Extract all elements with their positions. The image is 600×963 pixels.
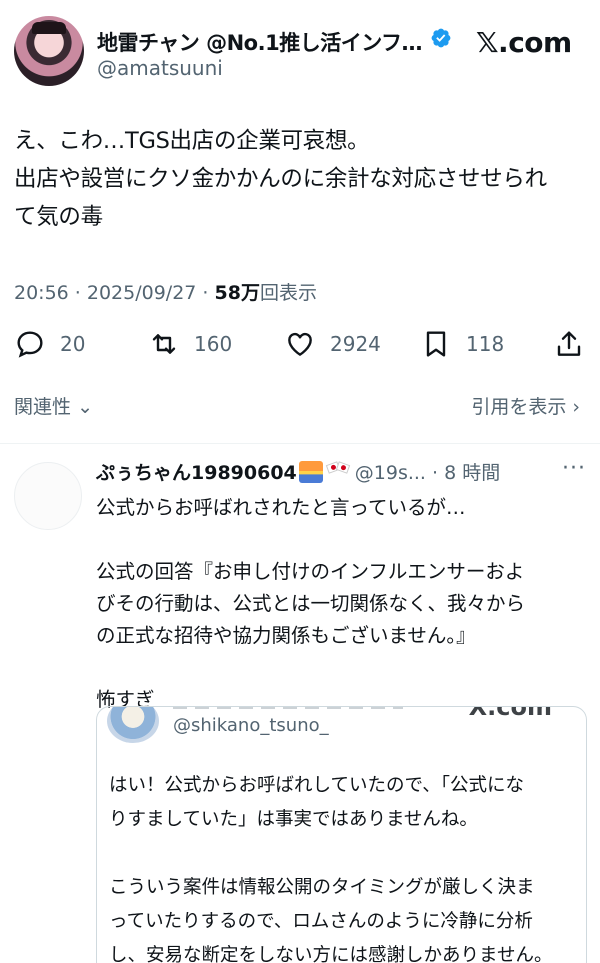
- embedded-x-logo: X.com: [468, 706, 552, 721]
- view-quotes-link[interactable]: 引用を表示 ›: [471, 392, 580, 419]
- x-logo: 𝕏.com: [476, 26, 572, 59]
- tweet-header: 地雷チャン @No.1推し活インフ… @amatsuuni 𝕏.com: [0, 0, 600, 100]
- embedded-screenshot[interactable]: X.com @shikano_tsuno_ はい！公式からお呼ばれしていたので、…: [96, 706, 587, 963]
- embedded-avatar: [107, 707, 159, 743]
- reply-text-line: の正式な招待や協力関係もございません。』: [96, 624, 476, 647]
- japan-flags-emoji-icon: [325, 461, 351, 483]
- view-label: 回表示: [259, 282, 317, 304]
- reply-text: 公式からお呼ばれされたと言っているが… 公式の回答『お申し付けのインフルエンサー…: [96, 492, 591, 716]
- embedded-text-line: はい！公式からお呼ばれしていたので、「公式にな: [109, 775, 524, 796]
- reply-text-line: 公式の回答『お申し付けのインフルエンサーおよ: [96, 560, 525, 583]
- reply-avatar[interactable]: [14, 462, 82, 530]
- sunrise-emoji-icon: [298, 461, 323, 483]
- share-button[interactable]: [553, 322, 585, 366]
- author-handle[interactable]: @amatsuuni: [97, 56, 223, 80]
- reply-text-line: びその行動は、公式とは一切関係なく、我々から: [96, 592, 526, 615]
- reply-icon: [17, 331, 43, 358]
- embedded-text-line: し、安易な断定をしない方には感謝しかありません。: [109, 945, 553, 963]
- embedded-text-line: りすましていた」は事実ではありませんね。: [109, 809, 478, 830]
- embedded-text: はい！公式からお呼ばれしていたので、「公式にな りすましていた」は事実ではありま…: [109, 769, 584, 963]
- relevance-label: 関連性: [14, 396, 72, 418]
- like-button[interactable]: 2924: [284, 322, 381, 366]
- tweet-text: え、こわ…TGS出店の企業可哀想。 出店や設営にクソ金かかんのに余計な対応させせ…: [14, 122, 589, 236]
- relevance-dropdown[interactable]: 関連性 ⌄: [14, 392, 93, 419]
- reply-button[interactable]: 20: [14, 322, 85, 366]
- embedded-text-line: こういう案件は情報公開のタイミングが厳しく決ま: [109, 877, 535, 898]
- verified-badge-icon: [431, 28, 451, 48]
- like-count: 2924: [330, 332, 381, 356]
- author-name[interactable]: 地雷チャン @No.1推し活インフ…: [97, 27, 423, 57]
- bookmark-button[interactable]: 118: [420, 322, 504, 366]
- heart-icon: [288, 332, 312, 356]
- tweet-text-line: 出店や設営にクソ金かかんのに余計な対応させせられ: [14, 166, 547, 192]
- more-options-icon[interactable]: ···: [562, 456, 586, 481]
- retweet-button[interactable]: 160: [148, 322, 232, 366]
- bookmark-count: 118: [466, 332, 505, 356]
- action-bar: 20 160 2924 118: [0, 322, 600, 366]
- view-count: 58万: [214, 282, 260, 304]
- divider: [0, 443, 600, 444]
- retweet-icon: [152, 334, 176, 354]
- reply-handle-time[interactable]: @19s... · 8 時間: [355, 462, 500, 484]
- bookmark-icon: [426, 331, 446, 357]
- reply-count: 20: [60, 332, 86, 356]
- reply-header: ぷぅちゃん19890604 @19s... · 8 時間: [96, 458, 596, 485]
- chevron-down-icon: ⌄: [77, 396, 93, 418]
- tweet-text-line: て気の毒: [14, 204, 103, 230]
- cropped-name-line: [173, 707, 403, 709]
- tweet-text-line: え、こわ…TGS出店の企業可哀想。: [14, 128, 370, 154]
- reply-author-name[interactable]: ぷぅちゃん19890604: [96, 462, 297, 484]
- tweet-links-row: 関連性 ⌄ 引用を表示 ›: [0, 392, 600, 422]
- retweet-count: 160: [194, 332, 233, 356]
- reply-text-line: 公式からお呼ばれされたと言っているが…: [96, 496, 466, 519]
- tweet-timestamp[interactable]: 20:56 · 2025/09/27 ·: [14, 282, 215, 304]
- share-icon: [557, 331, 581, 356]
- embedded-text-line: っていたりするので、ロムさんのように冷静に分析: [109, 911, 533, 932]
- view-quotes-label: 引用を表示: [471, 396, 567, 418]
- author-avatar[interactable]: [14, 16, 84, 86]
- tweet-meta: 20:56 · 2025/09/27 · 58万回表示: [14, 278, 317, 305]
- chevron-right-icon: ›: [572, 396, 580, 418]
- embedded-handle: @shikano_tsuno_: [173, 715, 329, 736]
